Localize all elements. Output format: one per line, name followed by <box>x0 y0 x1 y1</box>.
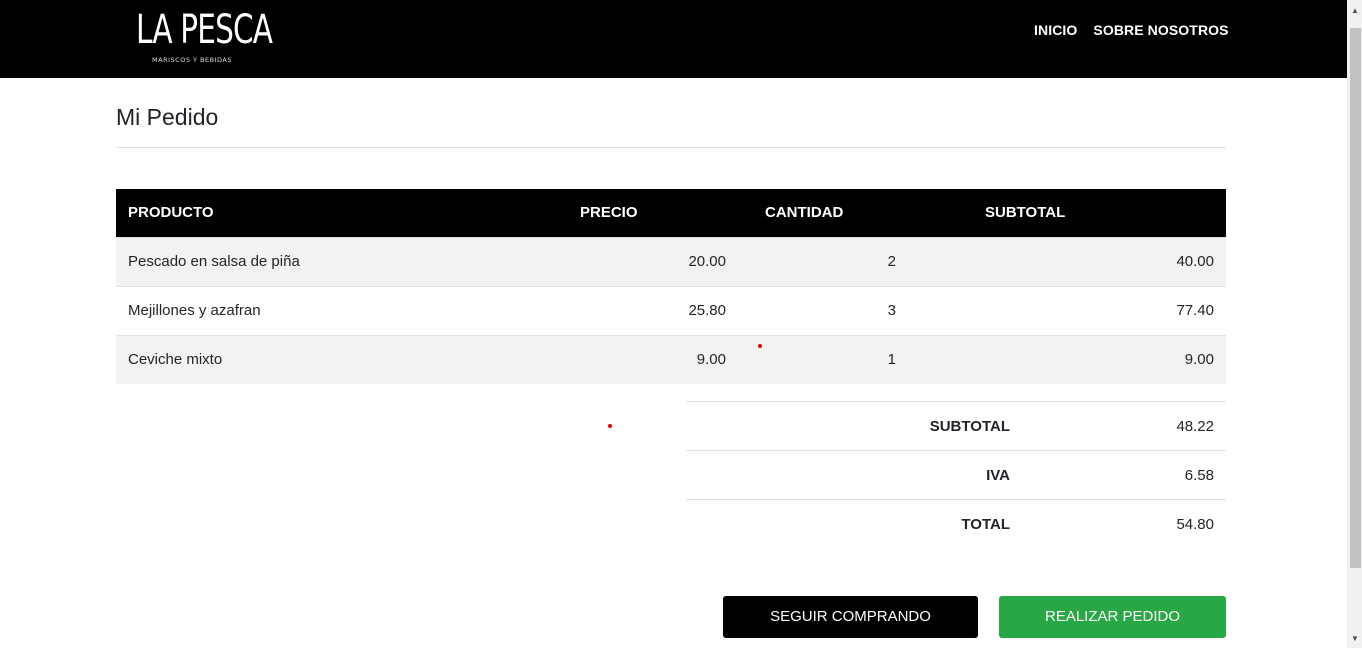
totals-row-total: TOTAL 54.80 <box>686 499 1226 549</box>
top-navbar: LA PESCA MARISCOS Y BEBIDAS INICIO SOBRE… <box>0 0 1347 78</box>
brand-name: LA PESCA <box>136 7 273 53</box>
table-row: Ceviche mixto 9.00 1 9.00 <box>116 334 1226 384</box>
nav-link-inicio[interactable]: INICIO <box>1034 22 1077 38</box>
order-totals: SUBTOTAL 48.22 IVA 6.58 TOTAL 54.80 <box>686 401 1226 549</box>
nav-link-sobre-nosotros[interactable]: SOBRE NOSOTROS <box>1093 22 1228 38</box>
cursor-marker <box>608 424 612 428</box>
scroll-thumb[interactable] <box>1350 28 1361 568</box>
subtotal-label: SUBTOTAL <box>686 401 1022 451</box>
place-order-button[interactable]: REALIZAR PEDIDO <box>999 596 1226 638</box>
scroll-down-arrow-icon[interactable]: ▼ <box>1350 634 1360 644</box>
header-quantity: CANTIDAD <box>765 204 844 222</box>
totals-row-iva: IVA 6.58 <box>686 450 1226 500</box>
order-table-header: PRODUCTO PRECIO CANTIDAD SUBTOTAL <box>116 189 1226 237</box>
product-name: Mejillones y azafran <box>116 285 568 335</box>
table-row: Mejillones y azafran 25.80 3 77.40 <box>116 285 1226 335</box>
product-quantity: 3 <box>738 285 908 335</box>
table-row: Pescado en salsa de piña 20.00 2 40.00 <box>116 236 1226 286</box>
order-table: PRODUCTO PRECIO CANTIDAD SUBTOTAL Pescad… <box>116 189 1226 384</box>
product-price: 25.80 <box>568 285 738 335</box>
product-price: 9.00 <box>568 334 738 384</box>
header-product: PRODUCTO <box>128 204 214 222</box>
brand-subtitle: MARISCOS Y BEBIDAS <box>152 56 232 64</box>
header-price: PRECIO <box>580 204 638 222</box>
main-nav: INICIO SOBRE NOSOTROS <box>1034 22 1229 38</box>
iva-value: 6.58 <box>1022 450 1226 500</box>
title-divider <box>116 147 1226 148</box>
product-name: Ceviche mixto <box>116 334 568 384</box>
header-subtotal: SUBTOTAL <box>985 204 1066 222</box>
product-subtotal: 9.00 <box>908 334 1226 384</box>
product-subtotal: 77.40 <box>908 285 1226 335</box>
cursor-marker <box>758 344 762 348</box>
page-scrollbar[interactable]: ▲ ▼ <box>1347 0 1362 648</box>
product-price: 20.00 <box>568 236 738 286</box>
total-label: TOTAL <box>686 499 1022 549</box>
product-subtotal: 40.00 <box>908 236 1226 286</box>
totals-row-subtotal: SUBTOTAL 48.22 <box>686 401 1226 451</box>
continue-shopping-button[interactable]: SEGUIR COMPRANDO <box>723 596 978 638</box>
subtotal-value: 48.22 <box>1022 401 1226 451</box>
total-value: 54.80 <box>1022 499 1226 549</box>
brand-logo[interactable]: LA PESCA MARISCOS Y BEBIDAS <box>136 0 273 70</box>
product-name: Pescado en salsa de piña <box>116 236 568 286</box>
page-title: Mi Pedido <box>116 104 219 130</box>
product-quantity: 2 <box>738 236 908 286</box>
iva-label: IVA <box>686 450 1022 500</box>
product-quantity: 1 <box>738 334 908 384</box>
scroll-up-arrow-icon[interactable]: ▲ <box>1350 6 1360 16</box>
